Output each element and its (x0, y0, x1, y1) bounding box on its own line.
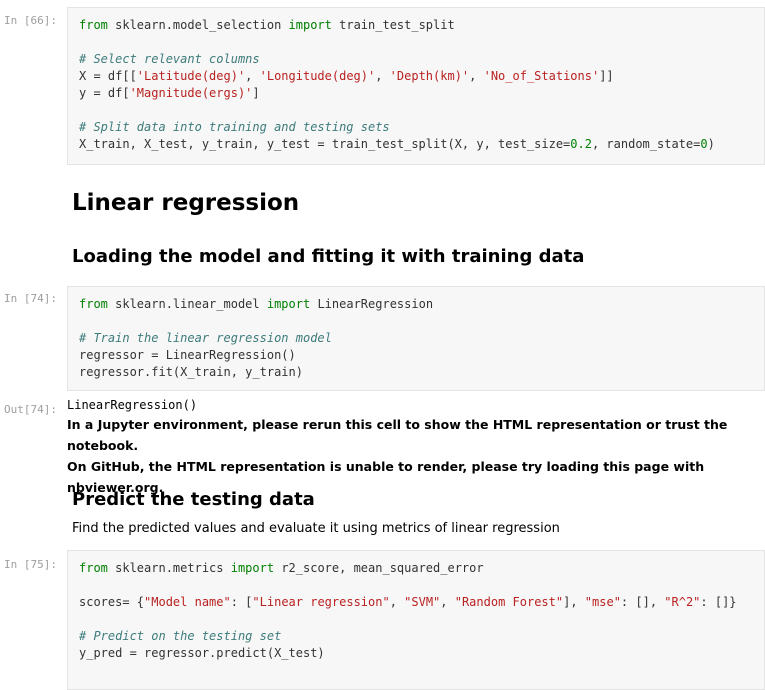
cell-input-prompt: In [66]: (4, 14, 57, 27)
output-warning-jupyter: In a Jupyter environment, please rerun t… (67, 417, 728, 453)
cell-input-prompt: In [75]: (4, 558, 57, 571)
code-line[interactable]: # Predict on the testing set (79, 628, 753, 645)
code-line[interactable] (79, 102, 753, 119)
code-line[interactable]: # Split data into training and testing s… (79, 119, 753, 136)
code-line[interactable]: scores= {"Model name": ["Linear regressi… (79, 594, 753, 611)
code-cell-train-test-split[interactable]: from sklearn.model_selection import trai… (67, 7, 765, 165)
code-line[interactable]: X = df[['Latitude(deg)', 'Longitude(deg)… (79, 68, 753, 85)
code-line[interactable] (79, 313, 753, 330)
code-line[interactable]: from sklearn.metrics import r2_score, me… (79, 560, 753, 577)
cell-output: LinearRegression() In a Jupyter environm… (67, 397, 765, 498)
code-line[interactable] (79, 611, 753, 628)
code-cell-linear-regression[interactable]: from sklearn.linear_model import LinearR… (67, 286, 765, 391)
code-line[interactable]: X_train, X_test, y_train, y_test = train… (79, 136, 753, 153)
code-line[interactable]: regressor.fit(X_train, y_train) (79, 364, 753, 381)
code-line[interactable]: y_pred = regressor.predict(X_test) (79, 645, 753, 662)
output-repr: LinearRegression() (67, 398, 198, 412)
heading-predict: Predict the testing data (72, 489, 315, 510)
code-line[interactable]: from sklearn.linear_model import LinearR… (79, 296, 753, 313)
code-line[interactable]: y = df['Magnitude(ergs)'] (79, 85, 753, 102)
code-line[interactable]: regressor = LinearRegression() (79, 347, 753, 364)
cell-input-prompt: In [74]: (4, 292, 57, 305)
heading-linear-regression: Linear regression (72, 190, 300, 216)
code-line[interactable]: # Select relevant columns (79, 51, 753, 68)
code-cell-predict[interactable]: from sklearn.metrics import r2_score, me… (67, 550, 765, 690)
code-line[interactable] (79, 34, 753, 51)
code-line[interactable]: # Train the linear regression model (79, 330, 753, 347)
cell-output-prompt: Out[74]: (4, 403, 57, 416)
code-line[interactable] (79, 577, 753, 594)
heading-loading-model: Loading the model and fitting it with tr… (72, 246, 585, 267)
predict-description: Find the predicted values and evaluate i… (72, 521, 560, 536)
code-line[interactable]: from sklearn.model_selection import trai… (79, 17, 753, 34)
